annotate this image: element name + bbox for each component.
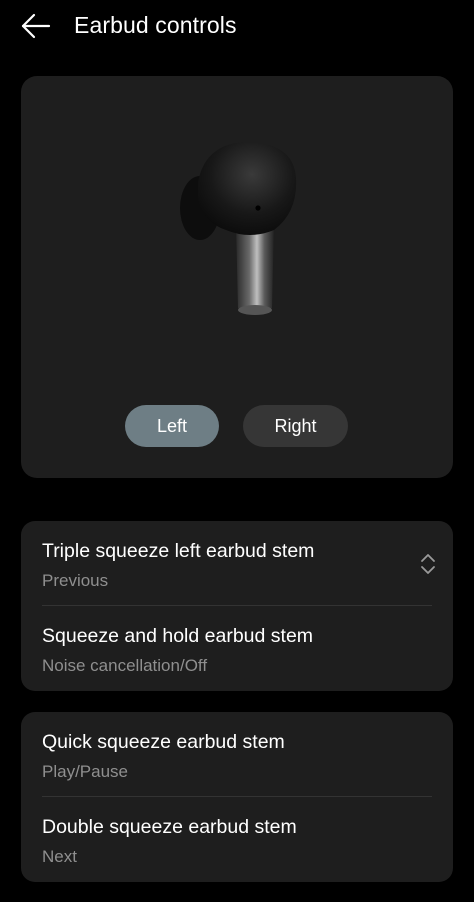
arrow-left-icon (21, 13, 51, 39)
earbud-preview-card: Left Right (21, 76, 453, 478)
back-button[interactable] (18, 8, 56, 44)
left-earbud-tab[interactable]: Left (125, 405, 219, 447)
setting-title: Double squeeze earbud stem (42, 816, 297, 838)
setting-title: Quick squeeze earbud stem (42, 731, 285, 753)
app-screen: Earbud controls Left Right Triple squeez… (0, 0, 474, 902)
earbud-icon (180, 141, 297, 315)
triple-squeeze-setting[interactable]: Triple squeeze left earbud stem Previous (21, 521, 453, 606)
page-title: Earbud controls (74, 12, 237, 38)
setting-value: Next (42, 847, 77, 866)
settings-group-2: Quick squeeze earbud stem Play/Pause Dou… (21, 712, 453, 882)
setting-title: Squeeze and hold earbud stem (42, 625, 314, 647)
setting-value: Previous (42, 571, 109, 590)
header: Earbud controls (0, 0, 474, 54)
quick-squeeze-setting[interactable]: Quick squeeze earbud stem Play/Pause (21, 712, 453, 797)
squeeze-and-hold-setting[interactable]: Squeeze and hold earbud stem Noise cance… (21, 606, 453, 691)
setting-title: Triple squeeze left earbud stem (42, 540, 315, 562)
setting-value: Noise cancellation/Off (42, 656, 208, 675)
settings-group-1: Triple squeeze left earbud stem Previous… (21, 521, 453, 691)
setting-value: Play/Pause (42, 762, 128, 781)
chevron-up-down-icon (421, 554, 435, 574)
double-squeeze-setting[interactable]: Double squeeze earbud stem Next (21, 797, 453, 882)
right-earbud-tab[interactable]: Right (243, 405, 348, 447)
